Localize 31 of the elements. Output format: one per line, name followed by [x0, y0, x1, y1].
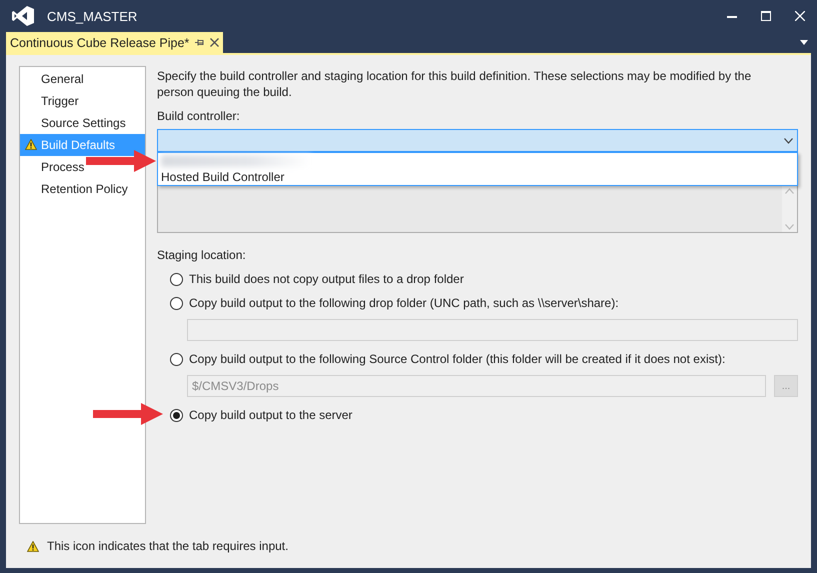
- build-controller-label: Build controller:: [157, 108, 241, 124]
- footer-note: This icon indicates that the tab requires input.: [47, 539, 288, 553]
- sidebar-item[interactable]: Process: [20, 156, 84, 178]
- radio-button[interactable]: [170, 272, 183, 286]
- sidebar-item[interactable]: Retention Policy: [20, 178, 128, 200]
- radio-label[interactable]: Copy build output to the following Source Control folder (this folder will be created if it does not exist):: [189, 352, 726, 366]
- minimize-icon[interactable]: [727, 14, 737, 18]
- sidebar-item[interactable]: Trigger: [20, 90, 79, 112]
- warning-icon: [27, 540, 39, 552]
- dropdown-icon[interactable]: [800, 40, 808, 45]
- window-title: CMS_MASTER: [47, 8, 138, 24]
- drop-folder-field[interactable]: [187, 319, 798, 341]
- logo-icon: [12, 6, 34, 26]
- chevron-down-icon: [784, 138, 793, 144]
- radio-label[interactable]: This build does not copy output files to a drop folder: [189, 272, 464, 286]
- pointer-arrow: [93, 403, 163, 425]
- radio-label[interactable]: Copy build output to the server: [189, 408, 352, 422]
- staging-label: Staging location:: [157, 247, 247, 263]
- radio-button[interactable]: [170, 296, 183, 310]
- document-tab[interactable]: Continuous Cube Release Pipe*: [6, 32, 224, 53]
- radio-label[interactable]: Copy build output to the following drop folder (UNC path, such as \\server\share):: [189, 296, 619, 310]
- pointer-arrow: [86, 150, 156, 172]
- pin-icon[interactable]: [195, 38, 204, 47]
- sidebar-item[interactable]: General: [20, 68, 84, 90]
- radio-button[interactable]: [170, 408, 183, 422]
- dropdown-option[interactable]: Hosted Build Controller: [158, 169, 797, 185]
- radio-button[interactable]: [170, 352, 183, 366]
- close-icon[interactable]: [210, 38, 220, 47]
- maximize-icon[interactable]: [761, 11, 771, 21]
- sidebar-item[interactable]: Source Settings: [20, 112, 126, 134]
- description-text: Specify the build controller and staging location for this build definition. These selections may be modified by the person queuing the build.: [157, 68, 752, 100]
